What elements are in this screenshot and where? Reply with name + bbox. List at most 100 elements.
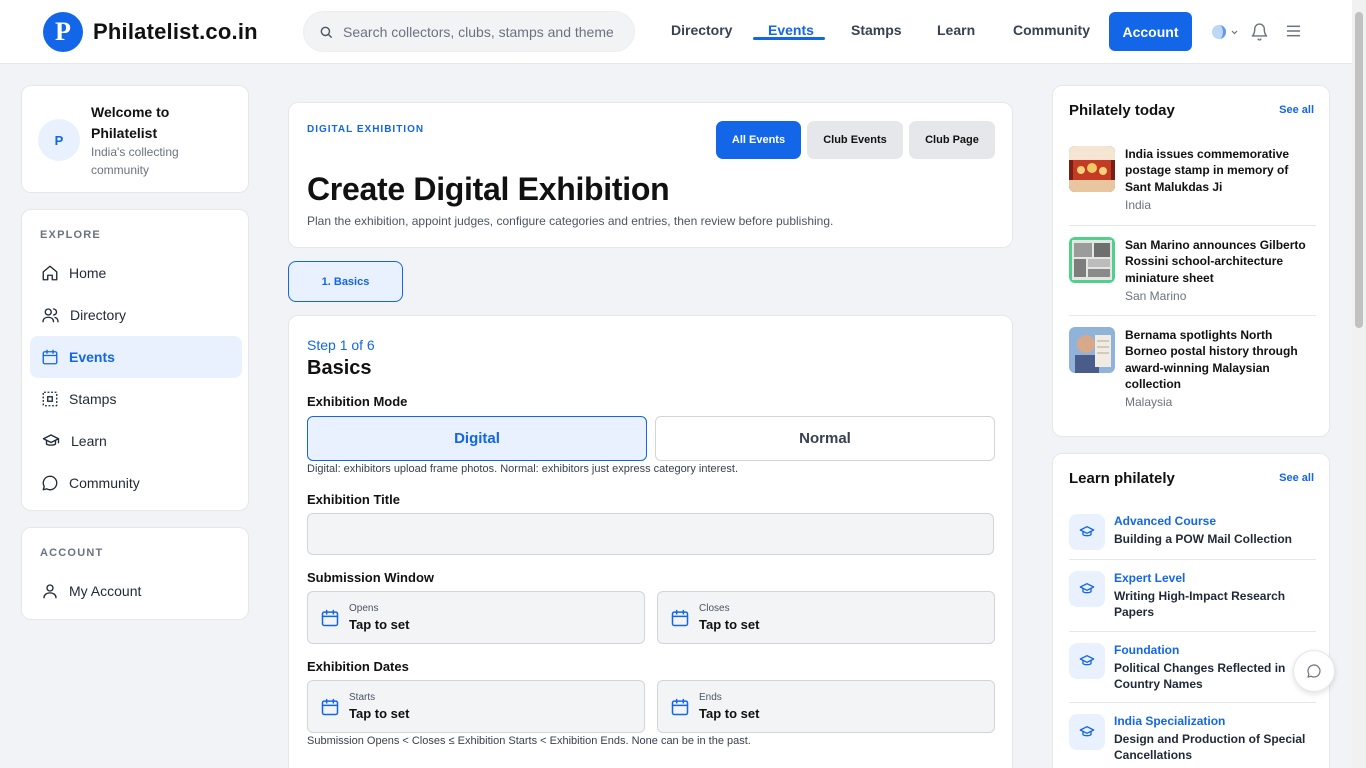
course-icon-box [1069, 514, 1105, 550]
news-thumbnail [1069, 327, 1115, 373]
panel-title: Learn philately [1069, 470, 1175, 487]
course-level: Expert Level [1114, 571, 1186, 585]
course-item[interactable]: Advanced Course Building a POW Mail Coll… [1069, 514, 1316, 550]
course-level: Advanced Course [1114, 514, 1217, 528]
sidebar-item-label: Learn [71, 433, 107, 449]
search-bar[interactable] [303, 11, 635, 52]
graduation-cap-icon [1079, 726, 1095, 737]
news-country: San Marino [1125, 289, 1187, 303]
sidebar-item-directory[interactable]: Directory [30, 294, 242, 336]
avatar: P [38, 119, 80, 161]
date-value: Tap to set [699, 706, 760, 721]
sidebar-item-label: Home [69, 265, 107, 281]
brand-logo[interactable]: P [43, 12, 83, 52]
see-all-courses-link[interactable]: See all [1279, 472, 1314, 484]
course-title: Building a POW Mail Collection [1114, 532, 1293, 546]
panel-title: Philately today [1069, 102, 1175, 119]
nav-directory[interactable]: Directory [671, 22, 732, 38]
exhibition-mode-label: Exhibition Mode [307, 394, 408, 409]
welcome-title: Welcome to Philatelist [91, 104, 170, 141]
brand-name[interactable]: Philatelist.co.in [93, 19, 258, 45]
menu-button[interactable] [1286, 24, 1301, 43]
page-scrollbar[interactable] [1352, 0, 1366, 768]
learn-philately-panel: Learn philately See all Advanced Course … [1052, 453, 1330, 768]
sidebar-item-label: Community [69, 475, 140, 491]
date-caption: Closes [699, 603, 730, 614]
news-thumbnail [1069, 146, 1115, 192]
news-item[interactable]: India issues commemorative postage stamp… [1069, 146, 1316, 216]
basics-form: Step 1 of 6 Basics Exhibition Mode Digit… [288, 315, 1013, 768]
chat-fab-button[interactable] [1293, 650, 1335, 692]
course-item[interactable]: Foundation Political Changes Reflected i… [1069, 643, 1316, 695]
sidebar-item-community[interactable]: Community [30, 462, 242, 504]
all-events-button[interactable]: All Events [716, 121, 801, 159]
calendar-icon [321, 698, 339, 716]
news-title: Bernama spotlights North Borneo postal h… [1125, 328, 1298, 392]
users-icon [42, 308, 59, 323]
news-item[interactable]: Bernama spotlights North Borneo postal h… [1069, 327, 1316, 413]
mode-digital-button[interactable]: Digital [307, 416, 647, 461]
news-item[interactable]: San Marino announces Gilberto Rossini sc… [1069, 237, 1316, 307]
page-title: Create Digital Exhibition [307, 171, 670, 207]
date-value: Tap to set [349, 706, 410, 721]
club-page-button[interactable]: Club Page [909, 121, 995, 159]
news-country: India [1125, 198, 1152, 212]
account-button[interactable]: Account [1109, 12, 1192, 51]
submission-closes-picker[interactable]: Closes Tap to set [657, 591, 995, 644]
calendar-icon [671, 698, 689, 716]
exhibition-dates-label: Exhibition Dates [307, 659, 409, 674]
chat-bubble-icon [1307, 664, 1321, 678]
mode-normal-button[interactable]: Normal [655, 416, 995, 461]
sidebar-item-learn[interactable]: Learn [30, 420, 242, 462]
sidebar-item-my-account[interactable]: My Account [30, 570, 242, 612]
date-caption: Starts [349, 692, 376, 703]
date-value: Tap to set [349, 617, 410, 632]
course-icon-box [1069, 571, 1105, 607]
scrollbar-thumb[interactable] [1355, 12, 1363, 328]
date-caption: Ends [699, 692, 722, 703]
graduation-cap-icon [1079, 526, 1095, 537]
course-item[interactable]: India Specialization Design and Producti… [1069, 714, 1316, 766]
news-title: India issues commemorative postage stamp… [1125, 147, 1290, 194]
course-title: Design and Production of Special Cancell… [1114, 732, 1306, 763]
divider [1069, 631, 1316, 632]
club-events-button[interactable]: Club Events [807, 121, 903, 159]
welcome-subtitle: India's collecting community [91, 145, 179, 177]
sidebar-item-home[interactable]: Home [30, 252, 242, 294]
search-input[interactable] [343, 23, 613, 40]
sidebar-item-stamps[interactable]: Stamps [30, 378, 242, 420]
active-nav-indicator [753, 37, 825, 40]
calendar-icon [42, 349, 58, 365]
course-title: Writing High-Impact Research Papers [1114, 589, 1286, 620]
page-description: Plan the exhibition, appoint judges, con… [307, 214, 834, 228]
date-caption: Opens [349, 603, 379, 614]
news-country: Malaysia [1125, 395, 1173, 409]
course-icon-box [1069, 643, 1105, 679]
sidebar-item-label: My Account [69, 583, 142, 599]
sidebar-item-events[interactable]: Events [30, 336, 242, 378]
course-level: Foundation [1114, 643, 1180, 657]
theme-toggle[interactable] [1211, 24, 1239, 45]
page-eyebrow: DIGITAL EXHIBITION [307, 124, 425, 135]
see-all-news-link[interactable]: See all [1279, 104, 1314, 116]
step-title: Basics [307, 357, 372, 379]
news-thumbnail [1069, 237, 1115, 283]
home-icon [42, 265, 58, 281]
exhibition-title-input[interactable] [307, 513, 994, 555]
exhibition-ends-picker[interactable]: Ends Tap to set [657, 680, 995, 733]
course-item[interactable]: Expert Level Writing High-Impact Researc… [1069, 571, 1316, 623]
nav-community[interactable]: Community [1013, 22, 1090, 38]
notifications-button[interactable] [1250, 22, 1269, 47]
philately-today-panel: Philately today See all India issues com… [1052, 85, 1330, 437]
nav-learn[interactable]: Learn [937, 22, 975, 38]
nav-events[interactable]: Events [768, 22, 814, 38]
news-title: San Marino announces Gilberto Rossini sc… [1125, 238, 1306, 285]
theme-icon [1212, 25, 1238, 39]
tab-basics[interactable]: 1. Basics [288, 261, 403, 302]
divider [1069, 559, 1316, 560]
exhibition-starts-picker[interactable]: Starts Tap to set [307, 680, 645, 733]
mode-hint: Digital: exhibitors upload frame photos.… [307, 463, 739, 475]
nav-stamps[interactable]: Stamps [851, 22, 902, 38]
top-navigation-bar: P Philatelist.co.in Directory Events Sta… [0, 0, 1352, 64]
submission-opens-picker[interactable]: Opens Tap to set [307, 591, 645, 644]
